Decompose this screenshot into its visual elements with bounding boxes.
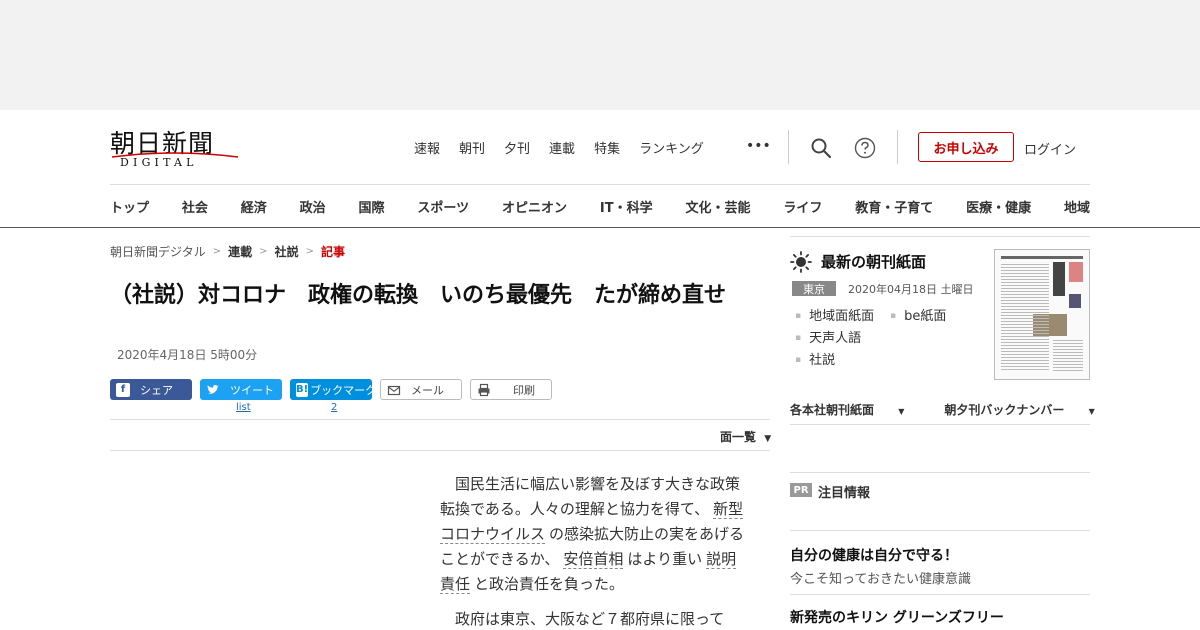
category-item[interactable]: 社会 xyxy=(182,197,208,216)
caret-down-icon: ▼ xyxy=(898,407,905,416)
facebook-share-label: シェア xyxy=(140,383,173,397)
twitter-share-label: ツイート xyxy=(230,383,274,397)
category-item[interactable]: 政治 xyxy=(300,197,326,216)
mail-share-button[interactable]: メール xyxy=(380,379,462,400)
article-paragraph: 政府は東京、大阪など７都府県に限って xyxy=(455,610,725,628)
pr-item-subtitle[interactable]: 今こそ知っておきたい健康意識 xyxy=(790,568,971,587)
regional-edition-dropdown[interactable]: 各本社朝刊紙面 ▼ xyxy=(790,401,924,418)
edition-link[interactable]: be紙面 xyxy=(890,305,946,324)
category-item[interactable]: 国際 xyxy=(359,197,385,216)
top-nav-item[interactable]: 連載 xyxy=(549,138,575,157)
breadcrumb-item[interactable]: 連載 xyxy=(228,243,252,260)
breadcrumb-home[interactable]: 朝日新聞デジタル xyxy=(110,243,206,260)
category-item[interactable]: 地域 xyxy=(1064,197,1090,216)
text-run: はより重い xyxy=(627,550,703,568)
category-item[interactable]: オピニオン xyxy=(502,197,567,216)
twitter-share-button[interactable]: ツイート xyxy=(200,379,282,400)
breadcrumb-item[interactable]: 社説 xyxy=(275,243,299,260)
print-label: 印刷 xyxy=(513,383,535,397)
divider xyxy=(790,236,1090,237)
login-link[interactable]: ログイン xyxy=(1024,139,1076,158)
pr-section-title: 注目情報 xyxy=(818,486,871,501)
category-item[interactable]: スポーツ xyxy=(417,197,469,216)
divider xyxy=(790,530,1090,531)
breadcrumb-separator: > xyxy=(259,246,268,257)
print-icon xyxy=(478,383,490,396)
logo-subtitle: DIGITAL xyxy=(120,156,198,169)
category-item[interactable]: ライフ xyxy=(783,197,822,216)
category-item[interactable]: 教育・子育て xyxy=(855,197,933,216)
category-item[interactable]: 医療・健康 xyxy=(966,197,1031,216)
top-nav-item[interactable]: 朝刊 xyxy=(459,138,485,157)
category-item[interactable]: トップ xyxy=(110,197,149,216)
page-list-label: 面一覧 xyxy=(720,430,757,444)
twitter-count[interactable]: list xyxy=(236,402,251,413)
category-nav: トップ 社会 経済 政治 国際 スポーツ オピニオン IT・科学 文化・芸能 ラ… xyxy=(110,197,1090,216)
dropdown-label: 朝夕刊バックナンバー xyxy=(944,403,1065,417)
divider xyxy=(790,472,1090,473)
mail-share-label: メール xyxy=(411,383,444,397)
site-logo[interactable]: 朝日新聞 DIGITAL xyxy=(110,124,242,170)
facebook-share-button[interactable]: f シェア xyxy=(110,379,192,400)
divider xyxy=(110,419,770,420)
category-item[interactable]: 文化・芸能 xyxy=(685,197,750,216)
back-number-dropdown[interactable]: 朝夕刊バックナンバー ▼ xyxy=(944,401,1114,418)
twitter-icon xyxy=(207,384,219,394)
header-bottom-border xyxy=(0,227,1200,228)
category-item[interactable]: IT・科学 xyxy=(600,197,653,216)
breadcrumb-separator: > xyxy=(212,246,222,257)
pr-item-headline[interactable]: 新発売のキリン グリーンズフリー xyxy=(790,607,1004,627)
hatena-bookmark-label: ブックマーク xyxy=(310,383,377,397)
article-paragraph: 国民生活に幅広い影響を及ぼす大きな政策転換である。人々の理解と協力を得て、 新型コ… xyxy=(440,472,750,597)
page-list-dropdown[interactable]: 面一覧 ▼ xyxy=(720,428,771,445)
text-run: と政治責任を負った。 xyxy=(474,575,625,593)
breadcrumb-current: 記事 xyxy=(320,245,345,259)
latest-edition-title[interactable]: 最新の朝刊紙面 xyxy=(821,251,926,272)
divider xyxy=(110,184,1090,185)
category-item[interactable]: 経済 xyxy=(241,197,267,216)
edition-link[interactable]: 地域面紙面 xyxy=(795,305,874,324)
pr-badge: PR xyxy=(790,483,812,497)
edition-link[interactable]: 天声人語 xyxy=(795,327,861,346)
hatena-count[interactable]: 2 xyxy=(331,402,337,413)
ad-banner-area xyxy=(0,0,1200,110)
search-icon[interactable] xyxy=(810,137,832,159)
sun-icon xyxy=(790,251,812,273)
subscribe-button[interactable]: お申し込み xyxy=(918,132,1014,162)
keyword-link[interactable]: 安倍首相 xyxy=(563,550,624,569)
caret-down-icon: ▼ xyxy=(764,434,772,444)
dropdown-label: 各本社朝刊紙面 xyxy=(790,403,875,417)
facebook-icon: f xyxy=(116,382,130,397)
hatena-icon: B! xyxy=(296,382,309,397)
article-body: 国民生活に幅広い影響を及ぼす大きな政策転換である。人々の理解と協力を得て、 新型コ… xyxy=(440,472,750,630)
top-nav-item[interactable]: 特集 xyxy=(594,138,620,157)
mail-icon xyxy=(387,385,401,395)
edition-link[interactable]: 社説 xyxy=(795,349,835,368)
divider xyxy=(897,130,898,164)
divider xyxy=(790,594,1090,595)
top-nav-item[interactable]: 夕刊 xyxy=(504,138,530,157)
print-button[interactable]: 印刷 xyxy=(470,379,552,400)
text-run: 国民生活に幅広い影響を及ぼす大きな政策転換である。人々の理解と協力を得て、 xyxy=(440,475,741,518)
top-nav-item[interactable]: 速報 xyxy=(414,138,440,157)
edition-badge: 東京 xyxy=(792,281,836,296)
newspaper-thumbnail[interactable] xyxy=(994,249,1090,380)
edition-dropdowns: 各本社朝刊紙面 ▼ 朝夕刊バックナンバー ▼ xyxy=(790,401,1135,418)
top-nav-item[interactable]: ランキング xyxy=(639,138,704,157)
issue-date: 2020年04月18日 土曜日 xyxy=(848,283,974,296)
breadcrumb-separator: > xyxy=(305,246,314,257)
help-icon[interactable] xyxy=(854,137,876,159)
more-menu-icon[interactable]: ••• xyxy=(746,138,771,154)
divider xyxy=(788,130,789,164)
divider xyxy=(110,450,770,451)
top-nav: 速報 朝刊 夕刊 連載 特集 ランキング xyxy=(414,138,723,157)
pr-item-headline[interactable]: 自分の健康は自分で守る！ xyxy=(790,545,958,565)
hatena-bookmark-button[interactable]: B! ブックマーク xyxy=(290,379,376,400)
article-title: （社説）対コロナ 政権の転換 いのち最優先 たが締め直せ xyxy=(110,283,727,308)
caret-down-icon: ▼ xyxy=(1088,407,1095,416)
divider xyxy=(790,424,1090,425)
breadcrumb: 朝日新聞デジタル > 連載 > 社説 > 記事 xyxy=(110,243,345,260)
article-date: 2020年4月18日 5時00分 xyxy=(117,348,258,362)
